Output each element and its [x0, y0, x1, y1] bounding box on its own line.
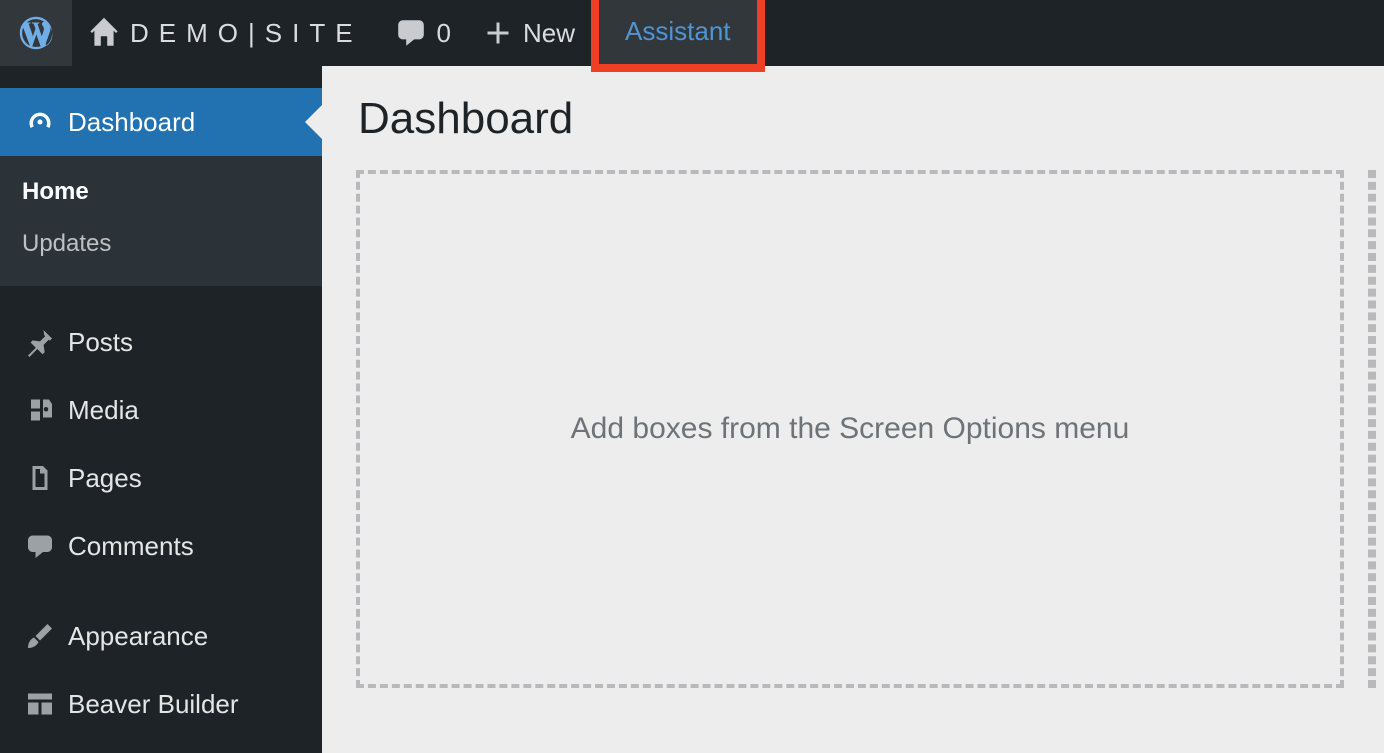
dashboard-icon: [20, 107, 60, 137]
site-name-menu[interactable]: DEMO|SITE: [72, 0, 379, 66]
submenu-home[interactable]: Home: [0, 166, 322, 218]
site-name-label: DEMO|SITE: [130, 18, 363, 49]
sidebar-item-media[interactable]: Media: [0, 376, 322, 444]
sidebar-item-posts[interactable]: Posts: [0, 308, 322, 376]
dashboard-submenu: Home Updates: [0, 156, 322, 286]
sidebar-item-dashboard[interactable]: Dashboard: [0, 88, 322, 156]
sidebar-item-appearance[interactable]: Appearance: [0, 602, 322, 670]
dashboard-dropzone-1[interactable]: Add boxes from the Screen Options menu: [356, 170, 1344, 688]
dashboard-widgets: Add boxes from the Screen Options menu: [356, 170, 1350, 688]
dropzone-placeholder: Add boxes from the Screen Options menu: [571, 412, 1130, 446]
pages-icon: [20, 463, 60, 493]
sidebar-item-beaver-builder[interactable]: Beaver Builder: [0, 670, 322, 738]
brush-icon: [20, 621, 60, 651]
sidebar-item-comments[interactable]: Comments: [0, 512, 322, 580]
menu-separator: [0, 286, 322, 308]
media-label: Media: [68, 395, 139, 426]
assistant-label: Assistant: [625, 16, 731, 47]
sidebar-item-pages[interactable]: Pages: [0, 444, 322, 512]
home-icon: [88, 17, 120, 49]
wordpress-icon: [18, 15, 54, 51]
comments-menu[interactable]: 0: [379, 0, 467, 66]
new-label: New: [523, 18, 575, 49]
menu-separator: [0, 66, 322, 88]
admin-sidebar: Dashboard Home Updates Posts Media Pages…: [0, 66, 322, 753]
appearance-label: Appearance: [68, 621, 208, 652]
pin-icon: [20, 327, 60, 357]
menu-separator: [0, 580, 322, 602]
layout-icon: [20, 689, 60, 719]
dashboard-label: Dashboard: [68, 107, 195, 138]
comments-count: 0: [437, 18, 451, 49]
dashboard-dropzone-2[interactable]: [1368, 170, 1376, 688]
comments-label: Comments: [68, 531, 194, 562]
content-area: Dashboard Add boxes from the Screen Opti…: [322, 66, 1384, 753]
media-icon: [20, 395, 60, 425]
plus-icon: [483, 18, 513, 48]
submenu-updates[interactable]: Updates: [0, 218, 322, 270]
assistant-highlight: Assistant: [591, 0, 765, 72]
page-title: Dashboard: [358, 94, 1350, 144]
wp-logo-menu[interactable]: [0, 0, 72, 66]
new-content-menu[interactable]: New: [467, 0, 591, 66]
beaver-builder-label: Beaver Builder: [68, 689, 239, 720]
comment-icon: [395, 17, 427, 49]
comments-icon: [20, 531, 60, 561]
assistant-menu[interactable]: Assistant: [599, 0, 757, 64]
posts-label: Posts: [68, 327, 133, 358]
pages-label: Pages: [68, 463, 142, 494]
admin-bar: DEMO|SITE 0 New Assistant: [0, 0, 1384, 66]
